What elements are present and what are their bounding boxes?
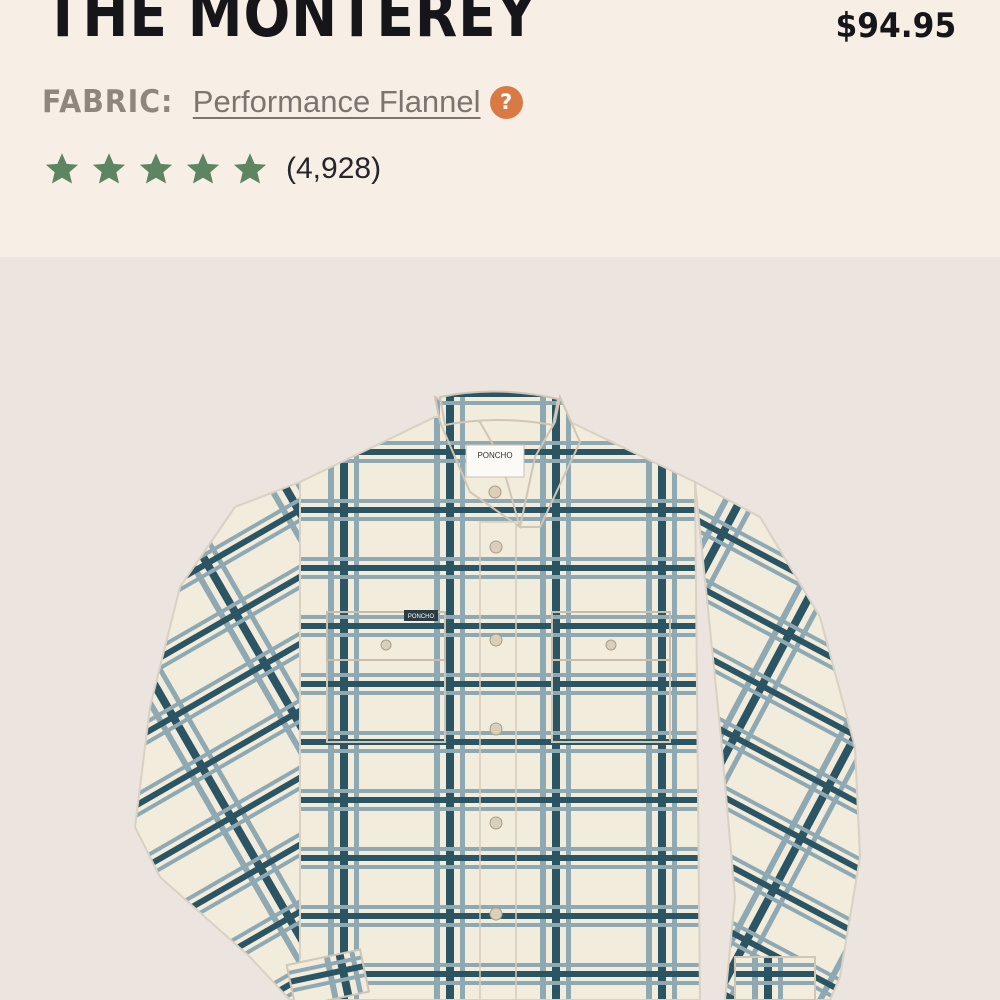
shirt-button	[489, 907, 503, 921]
star-icon	[91, 151, 127, 187]
fabric-row: FABRIC: Performance Flannel ?	[42, 82, 523, 122]
help-icon[interactable]: ?	[489, 85, 523, 119]
star-icon	[138, 151, 174, 187]
shirt-button	[488, 485, 502, 499]
star-icon	[232, 151, 268, 187]
shirt-button	[489, 633, 503, 647]
right-cuff	[734, 956, 816, 1000]
right-pocket-flap	[551, 611, 671, 661]
star-rating	[44, 151, 268, 187]
fabric-label: FABRIC:	[42, 84, 174, 120]
shirt-button	[489, 722, 503, 736]
fabric-link[interactable]: Performance Flannel	[193, 84, 481, 120]
product-title: THE MONTEREY	[44, 0, 538, 52]
neck-label	[465, 444, 525, 478]
star-icon	[44, 151, 80, 187]
star-icon	[185, 151, 221, 187]
shirt-button	[489, 540, 503, 554]
product-price: $94.95	[835, 6, 956, 46]
shirt-button	[489, 816, 503, 830]
product-header: THE MONTEREY $94.95 FABRIC: Performance …	[0, 0, 1000, 257]
right-sleeve	[693, 480, 862, 1000]
product-image: PONCHO PONCHO	[133, 390, 862, 1000]
rating-row[interactable]: (4,928)	[44, 147, 381, 191]
review-count[interactable]: (4,928)	[286, 152, 381, 186]
collar-band	[438, 390, 560, 427]
placket	[479, 521, 517, 1000]
neck-label-text: PONCHO	[477, 451, 512, 460]
product-image-gallery[interactable]: PONCHO PONCHO	[0, 257, 1000, 1000]
pocket-tag-text: PONCHO	[408, 614, 435, 620]
